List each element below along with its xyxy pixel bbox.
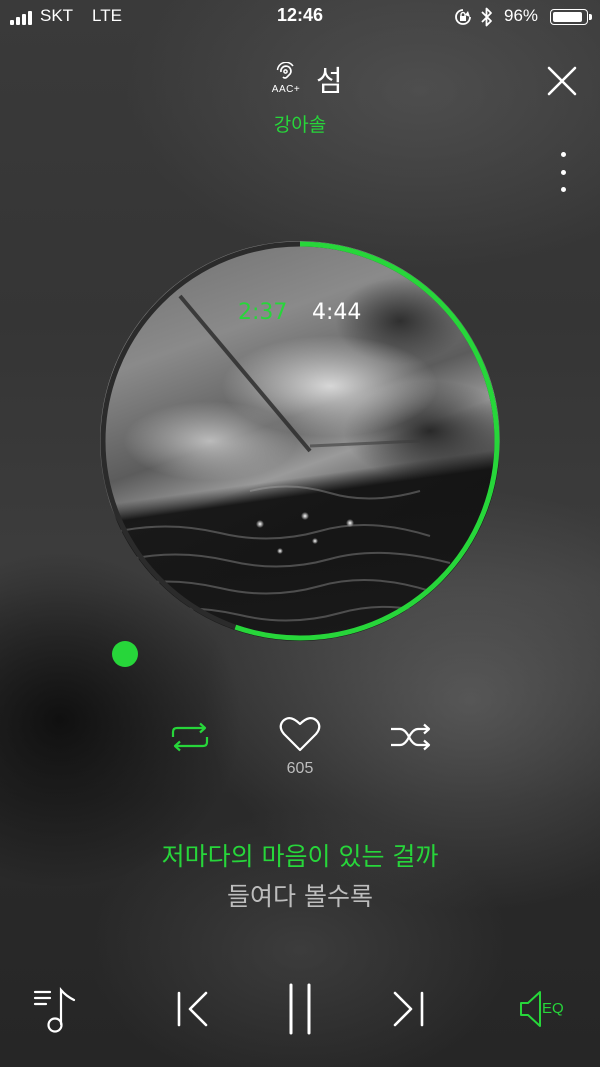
- more-options-button[interactable]: [553, 152, 573, 192]
- battery-icon: [550, 9, 592, 25]
- heart-icon[interactable]: [278, 714, 322, 754]
- audio-quality-badge: AAC+: [268, 61, 304, 95]
- shuffle-icon[interactable]: [389, 722, 433, 752]
- repeat-icon[interactable]: [169, 722, 211, 752]
- previous-icon[interactable]: [175, 990, 211, 1028]
- song-header: AAC+ 섬 강아솔: [0, 58, 600, 138]
- song-title: 섬: [316, 64, 343, 98]
- more-vertical-icon-dot: [560, 187, 566, 192]
- eq-button[interactable]: EQ: [518, 988, 572, 1030]
- playlist-icon[interactable]: [32, 984, 80, 1036]
- next-icon[interactable]: [390, 990, 426, 1028]
- playback-controls: EQ: [0, 980, 600, 1040]
- bluetooth-icon: [481, 7, 492, 27]
- pause-icon[interactable]: [284, 982, 316, 1036]
- hifi-ear-icon: [276, 61, 294, 79]
- album-art-progress[interactable]: [100, 241, 500, 641]
- lyric-current-line[interactable]: 저마다의 마음이 있는 걸까: [0, 837, 600, 873]
- close-icon[interactable]: [543, 62, 581, 100]
- elapsed-time: 2:37: [238, 300, 288, 325]
- track-actions: 605: [0, 714, 600, 784]
- progress-knob[interactable]: [112, 641, 138, 667]
- battery-fill: [553, 12, 582, 22]
- more-vertical-icon-dot: [560, 152, 566, 157]
- audio-quality-label: AAC+: [271, 84, 301, 95]
- battery-percent: 96%: [504, 6, 539, 25]
- progress-ring[interactable]: [100, 241, 500, 641]
- eq-label: EQ: [542, 1000, 564, 1017]
- rotation-lock-icon: [455, 9, 471, 25]
- status-bar: SKT LTE 12:46 96%: [0, 0, 600, 34]
- like-count: 605: [286, 760, 314, 777]
- artist-name[interactable]: 강아솔: [0, 110, 600, 137]
- more-vertical-icon-dot: [560, 169, 566, 175]
- total-time: 4:44: [312, 300, 362, 325]
- lyric-next-line[interactable]: 들여다 볼수록: [0, 877, 600, 913]
